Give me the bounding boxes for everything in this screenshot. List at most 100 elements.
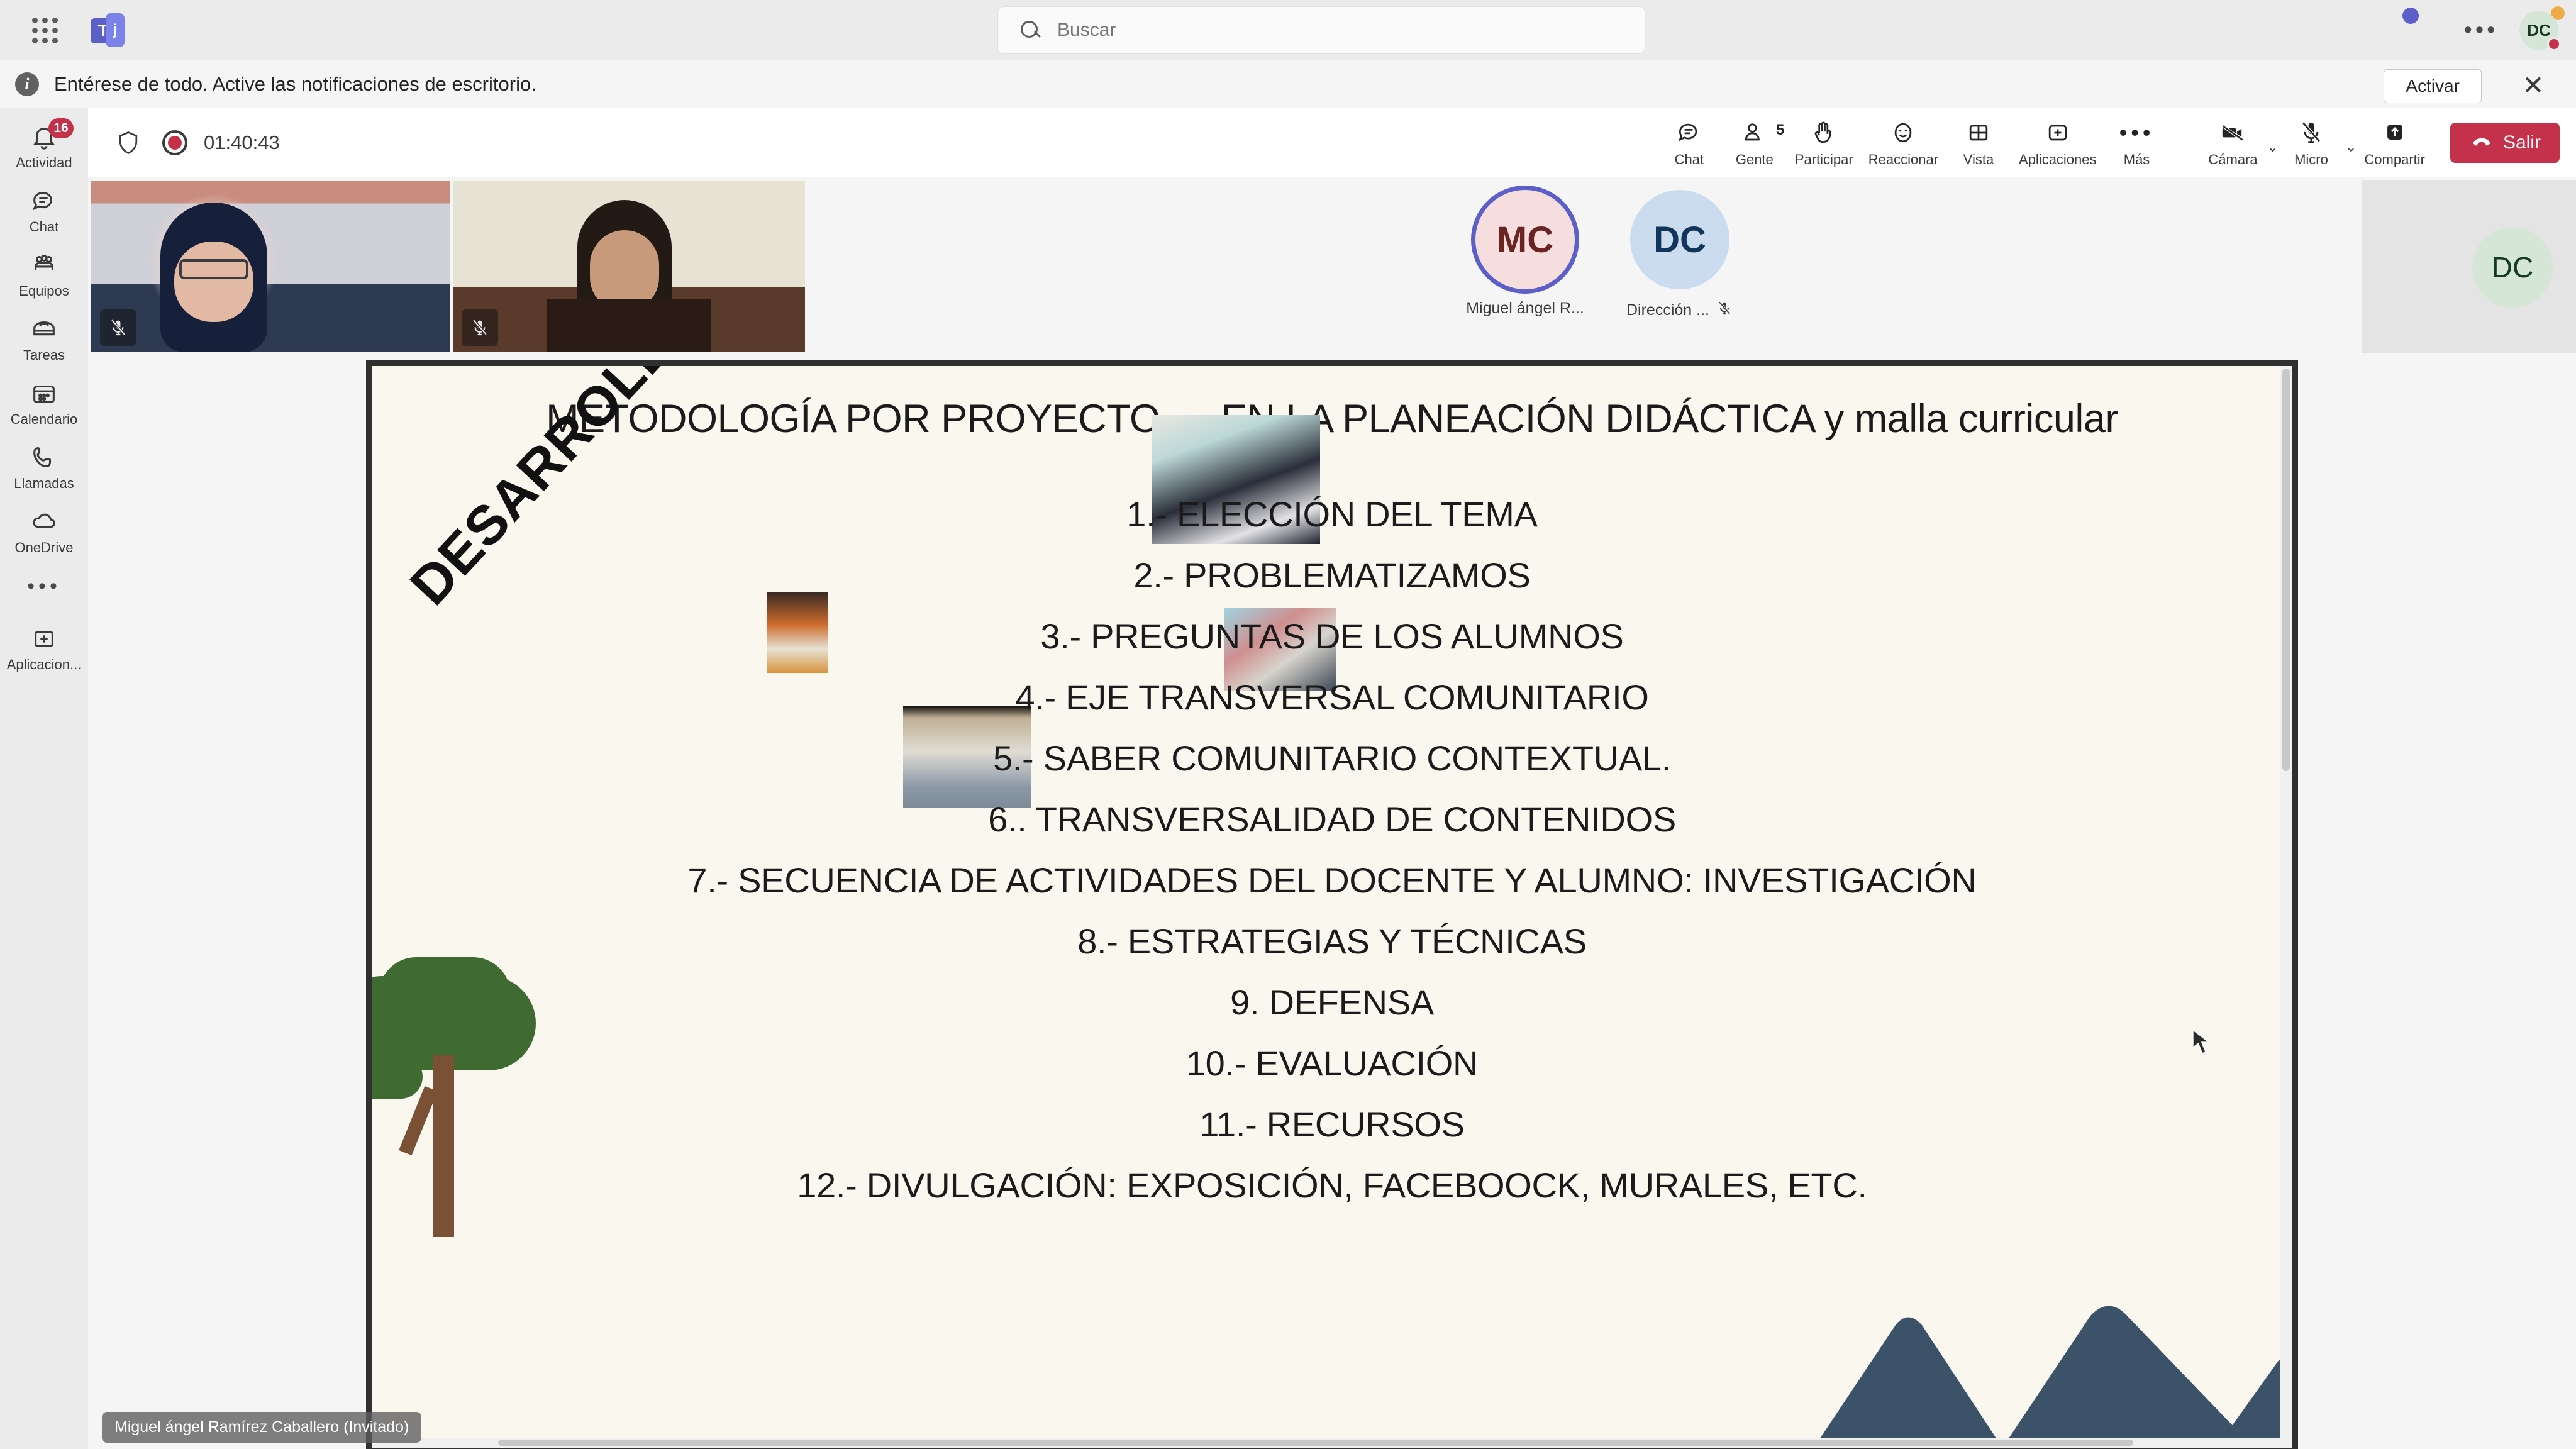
search-bar[interactable]	[997, 6, 1645, 54]
sidebar-item-label: Llamadas	[14, 475, 74, 491]
list-item: 2.- PROBLEMATIZAMOS	[1133, 555, 1531, 595]
sidebar-item-llamadas[interactable]: Llamadas	[3, 443, 85, 492]
info-icon: i	[15, 72, 39, 96]
sidebar-item-chat[interactable]: Chat	[3, 186, 85, 235]
app-top-bar: T j ••• DC	[0, 0, 2576, 60]
button-label: Reaccionar	[1868, 152, 1939, 167]
sidebar-item-onedrive[interactable]: OneDrive	[3, 507, 85, 556]
decorative-dot-purple	[2402, 8, 2419, 24]
video-tile[interactable]	[91, 181, 450, 352]
sidebar-item-calendario[interactable]: Calendario	[3, 379, 85, 428]
list-item: 10.- EVALUACIÓN	[1185, 1043, 1479, 1083]
slide-steps-list: 1.- ELECCIÓN DEL TEMA 2.- PROBLEMATIZAMO…	[372, 497, 2292, 1229]
participant-tile-right[interactable]: DC	[2362, 180, 2576, 353]
teams-logo-accent: j	[106, 13, 125, 47]
button-label: Participar	[1794, 152, 1853, 167]
list-item: 12.- DIVULGACIÓN: EXPOSICIÓN, FACEBOOCK,…	[797, 1165, 1867, 1205]
grid-waffle-icon[interactable]	[26, 12, 63, 48]
active-speaker-label: Miguel ángel Ramírez Caballero (Invitado…	[102, 1412, 422, 1443]
mic-button[interactable]: Micro	[2279, 118, 2344, 168]
top-bar-right-group: ••• DC	[2459, 0, 2561, 60]
list-item: 5.- SABER COMUNITARIO CONTEXTUAL.	[992, 738, 1672, 778]
share-up-arrow-icon	[2381, 118, 2409, 148]
mic-off-icon	[2297, 118, 2325, 148]
presence-busy-icon	[2547, 37, 2561, 51]
participant-tile[interactable]: MC Miguel ángel R...	[1465, 190, 1585, 321]
sidebar-item-tareas[interactable]: Tareas	[3, 314, 85, 364]
button-label: Gente	[1735, 152, 1774, 167]
briefcase-icon	[27, 314, 61, 345]
sidebar-item-actividad[interactable]: 16 Actividad	[3, 118, 85, 171]
meeting-controls-group: Chat 5 Gente Participar Reaccionar Vista…	[1657, 108, 2560, 177]
chevron-down-icon[interactable]: ⌄	[2267, 139, 2279, 155]
mic-off-icon	[1716, 299, 1733, 321]
search-input[interactable]	[1057, 19, 1560, 41]
list-item: 8.- ESTRATEGIAS Y TÉCNICAS	[1077, 921, 1587, 961]
participant-avatars: MC Miguel ángel R... DC Dirección ...	[1465, 190, 1740, 321]
leave-button[interactable]: Salir	[2450, 123, 2560, 163]
mic-off-icon	[100, 309, 136, 346]
sidebar-item-label: Tareas	[23, 347, 65, 363]
sidebar-item-equipos[interactable]: Equipos	[3, 250, 85, 299]
notification-text: Entérese de todo. Active las notificacio…	[54, 72, 536, 95]
raise-hand-icon	[1810, 118, 1838, 148]
participant-name-row: Dirección ...	[1626, 299, 1733, 321]
sidebar-more-button[interactable]: •••	[3, 571, 85, 601]
sidebar-item-label: OneDrive	[14, 540, 74, 555]
list-item: 6.. TRANSVERSALIDAD DE CONTENIDOS	[988, 799, 1676, 839]
hang-up-icon	[2469, 128, 2494, 158]
teams-logo[interactable]: T j	[87, 11, 126, 50]
participant-tile[interactable]: DC Dirección ...	[1620, 190, 1740, 321]
apps-button[interactable]: Aplicaciones	[2011, 118, 2104, 168]
shared-content-frame[interactable]: METODOLOGÍA POR PROYECTO…. EN LA PLANEAC…	[366, 360, 2298, 1449]
slide-title: METODOLOGÍA POR PROYECTO…. EN LA PLANEAC…	[546, 397, 2118, 441]
notification-banner: i Entérese de todo. Active las notificac…	[0, 60, 2576, 108]
list-item: 3.- PREGUNTAS DE LOS ALUMNOS	[1040, 616, 1624, 656]
react-button[interactable]: Reaccionar	[1861, 118, 1946, 168]
button-label: Más	[2123, 152, 2150, 167]
close-icon[interactable]: ✕	[2517, 69, 2550, 102]
scrollbar-thumb[interactable]	[2282, 369, 2290, 771]
chat-button[interactable]: Chat	[1657, 118, 1722, 168]
raise-hand-button[interactable]: Participar	[1787, 118, 1861, 168]
shield-icon[interactable]	[114, 129, 142, 157]
button-label: Cámara	[2208, 152, 2258, 167]
avatar-initials: DC	[2527, 20, 2551, 40]
ellipsis-icon[interactable]: •••	[2459, 8, 2503, 52]
avatar: DC	[2472, 226, 2553, 308]
people-team-icon	[27, 250, 61, 280]
sidebar-item-label: Equipos	[19, 283, 69, 299]
mic-off-icon	[462, 309, 498, 346]
camera-button[interactable]: Cámara	[2201, 118, 2266, 168]
activate-notifications-button[interactable]: Activar	[2384, 69, 2482, 103]
list-item: 1.- ELECCIÓN DEL TEMA	[1126, 494, 1538, 534]
mountains-illustration	[1814, 1265, 2292, 1448]
vertical-scrollbar[interactable]	[2280, 366, 2292, 1448]
smiley-icon	[1889, 118, 1917, 148]
cloud-icon	[27, 507, 61, 537]
avatar[interactable]: DC	[2519, 11, 2561, 51]
scrollbar-thumb[interactable]	[498, 1440, 2133, 1446]
people-button[interactable]: 5 Gente	[1722, 118, 1787, 168]
sidebar-item-aplicaciones[interactable]: Aplicacion...	[3, 624, 85, 673]
avatar-initials: DC	[2491, 250, 2534, 284]
left-navigation-rail: 16 Actividad Chat Equipos Tareas Calenda…	[0, 108, 88, 1449]
leave-button-label: Salir	[2502, 132, 2541, 153]
horizontal-scrollbar[interactable]	[372, 1438, 2292, 1448]
ellipsis-icon: •••	[27, 574, 61, 598]
plus-box-icon	[27, 624, 61, 654]
view-button[interactable]: Vista	[1946, 118, 2011, 168]
more-button[interactable]: ••• Más	[2104, 118, 2170, 168]
people-count: 5	[1775, 121, 1785, 138]
button-label: Micro	[2294, 152, 2328, 167]
ellipsis-icon: •••	[2119, 119, 2155, 145]
list-item: 7.- SECUENCIA DE ACTIVIDADES DEL DOCENTE…	[687, 860, 1977, 900]
sidebar-item-label: Calendario	[10, 411, 78, 427]
share-button[interactable]: Compartir	[2357, 118, 2433, 168]
search-icon	[1019, 19, 1041, 41]
avatar: DC	[1630, 190, 1729, 289]
chevron-down-icon[interactable]: ⌄	[2345, 139, 2357, 155]
chat-bubble-icon	[1675, 118, 1703, 148]
video-tile[interactable]	[453, 181, 805, 352]
grid-view-icon	[1965, 118, 1992, 148]
